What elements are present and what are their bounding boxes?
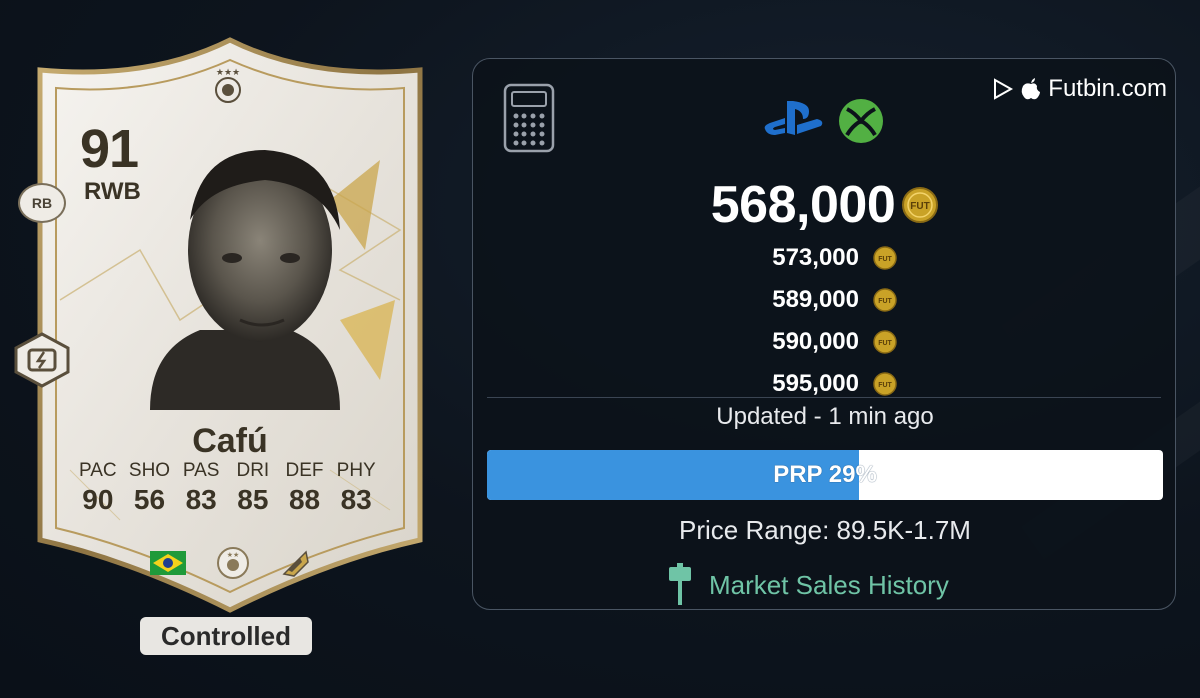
stat-value: 85 <box>237 484 269 515</box>
xbox-icon[interactable] <box>837 97 885 145</box>
coin-label: FUT <box>878 382 892 389</box>
svg-text:★★: ★★ <box>227 551 240 559</box>
google-play-icon <box>994 78 1014 100</box>
icons-stars-badge-icon: ★★★ <box>215 68 241 103</box>
price-list: 573,000 FUT 589,000 FUT 590,000 FUT 595,… <box>473 237 1177 405</box>
updated-text: Updated - 1 min ago <box>716 403 934 430</box>
playstyle-plus-icon <box>14 332 70 388</box>
price-row: 595,000 FUT <box>473 363 1177 405</box>
stat-label: DRI <box>236 460 270 481</box>
playstation-icon[interactable] <box>763 99 825 139</box>
stat-pac: PAC 90 <box>72 460 124 516</box>
stat-label: PAS <box>182 460 220 481</box>
coin-label: FUT <box>878 340 892 347</box>
futbin-link[interactable]: Futbin.com <box>1048 75 1167 103</box>
price-panel: Futbin.com 568,000 FUT 573,000 FUT 589,0… <box>472 58 1176 610</box>
signpost-icon <box>669 563 691 605</box>
stat-label: SHO <box>128 460 171 481</box>
svg-text:★★★: ★★★ <box>216 68 240 78</box>
fut-coin-icon: FUT <box>873 372 897 396</box>
stat-label: PAC <box>79 460 117 481</box>
card-rating: 91 <box>80 119 139 179</box>
price-value: 589,000 <box>772 286 859 313</box>
fut-coin-icon: FUT <box>873 288 897 312</box>
price-range: Price Range: 89.5K-1.7M <box>679 515 971 545</box>
price-row: 590,000 FUT <box>473 321 1177 363</box>
icon-league-icon <box>282 550 309 577</box>
prp-label: PRP 29% <box>773 461 877 488</box>
stat-pas: PAS 83 <box>175 460 227 516</box>
calculator-icon[interactable] <box>503 83 555 153</box>
player-card[interactable]: ★★★ 91 RWB RB Cafú PAC 90 SHO 56 PAS 83 … <box>0 0 460 698</box>
fut-coin-icon: FUT <box>873 330 897 354</box>
stat-phy: PHY 83 <box>330 460 382 516</box>
stat-value: 83 <box>185 484 217 515</box>
stat-value: 88 <box>288 484 321 515</box>
brazil-flag-icon <box>150 551 186 575</box>
icons-club-badge-icon: ★★ <box>217 547 249 579</box>
stat-label: DEF <box>285 460 324 481</box>
price-value: 573,000 <box>772 244 859 271</box>
fut-coin-icon: FUT <box>873 246 897 270</box>
alt-position-badge: RB <box>18 183 66 223</box>
divider <box>487 397 1161 398</box>
card-icons-row: ★★ <box>0 546 460 580</box>
card-position: RWB <box>84 178 141 205</box>
stat-value: 90 <box>82 484 114 515</box>
main-price: 568,000 FUT <box>473 175 1177 235</box>
stat-value: 83 <box>340 484 372 515</box>
prp-progress-bar: PRP 29% <box>487 450 1163 500</box>
market-sales-history-label[interactable]: Market Sales History <box>709 570 949 601</box>
price-value: 595,000 <box>772 370 859 397</box>
futbin-brand[interactable]: Futbin.com <box>992 75 1167 103</box>
coin-label: FUT <box>878 298 892 305</box>
price-value: 590,000 <box>772 328 859 355</box>
fut-coin-icon: FUT <box>902 187 939 223</box>
card-stats: PAC 90 SHO 56 PAS 83 DRI 85 DEF 88 PHY 8… <box>72 460 382 516</box>
controlled-badge: Controlled <box>140 617 312 655</box>
stat-dri: DRI 85 <box>227 460 279 516</box>
price-row: 573,000 FUT <box>473 237 1177 279</box>
price-row: 589,000 FUT <box>473 279 1177 321</box>
apple-icon <box>1021 78 1041 100</box>
stat-value: 56 <box>133 484 166 515</box>
market-sales-history-link[interactable]: Market Sales History <box>667 563 949 607</box>
stat-label: PHY <box>336 460 376 481</box>
main-price-value: 568,000 <box>710 176 896 234</box>
stat-def: DEF 88 <box>279 460 331 516</box>
coin-label: FUT <box>911 201 930 212</box>
stat-sho: SHO 56 <box>124 460 176 516</box>
player-name: Cafú <box>192 422 268 460</box>
coin-label: FUT <box>878 256 892 263</box>
